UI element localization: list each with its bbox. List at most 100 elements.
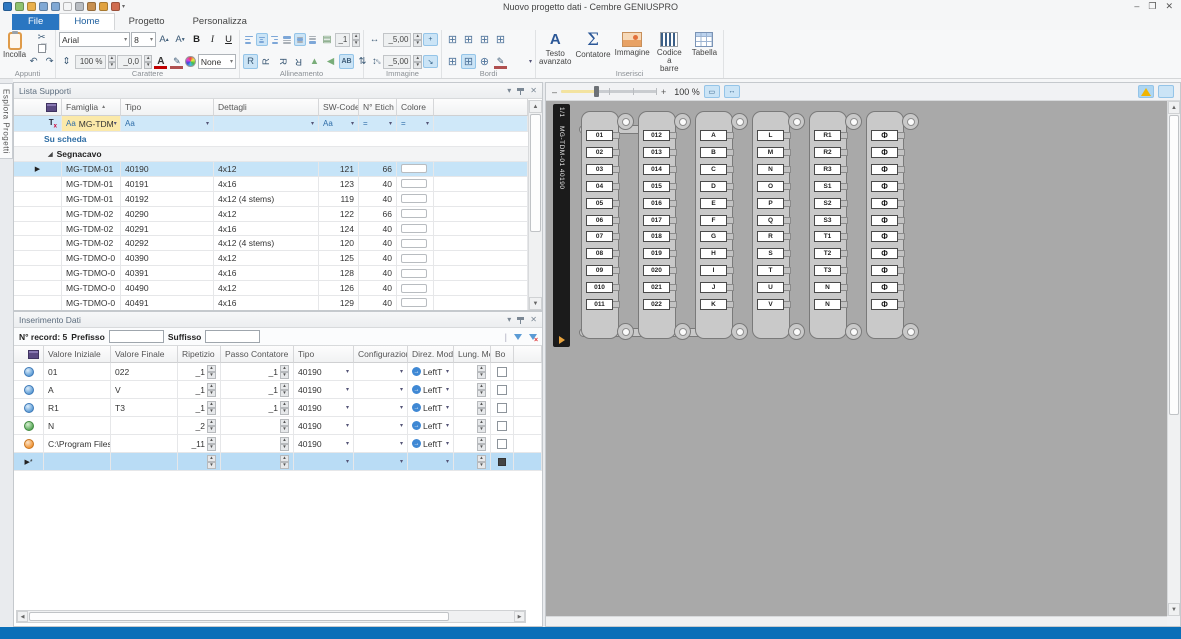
label-cell[interactable]: L bbox=[757, 130, 784, 141]
spinner-icon[interactable]: ▲▼ bbox=[477, 365, 486, 379]
pin-icon[interactable] bbox=[517, 87, 524, 95]
label-cell[interactable]: 021 bbox=[643, 282, 670, 293]
label-cell[interactable]: 022 bbox=[643, 299, 670, 310]
cell-valore-iniziale[interactable]: A bbox=[44, 381, 111, 399]
label-cell[interactable]: 018 bbox=[643, 231, 670, 242]
dropdown-icon[interactable]: ▾ bbox=[351, 120, 354, 127]
align-right-icon[interactable] bbox=[269, 33, 281, 46]
column-header-configurazior[interactable]: Configurazior bbox=[354, 346, 408, 363]
filter-indicator-cell[interactable]: Tx bbox=[14, 116, 62, 132]
zoom-slider-thumb[interactable] bbox=[594, 86, 599, 97]
column-header-passo-contatore[interactable]: Passo Contatore bbox=[221, 346, 294, 363]
label-cell[interactable]: 09 bbox=[586, 265, 613, 276]
undo-icon[interactable]: ↶ bbox=[26, 54, 41, 69]
label-cell[interactable]: Φ bbox=[871, 282, 898, 293]
support-row[interactable]: MG-TDMO-0403904x1212540 bbox=[14, 251, 528, 266]
label-cell[interactable]: 020 bbox=[643, 265, 670, 276]
cell-valore-finale[interactable]: V bbox=[111, 381, 178, 399]
panel-menu-icon[interactable]: ▾ bbox=[507, 315, 511, 324]
label-cell[interactable]: Φ bbox=[871, 181, 898, 192]
qat-customize-icon[interactable]: ▾ bbox=[122, 3, 125, 10]
group-row-segnacavo[interactable]: ◢Segnacavo bbox=[14, 147, 528, 162]
panel-menu-icon[interactable]: ▾ bbox=[507, 86, 511, 95]
border-outer-icon[interactable]: ⊞ bbox=[445, 32, 460, 47]
spinner-icon[interactable]: ▲▼ bbox=[280, 455, 289, 469]
border-color-dropdown-icon[interactable]: ▾ bbox=[529, 58, 532, 65]
label-cell[interactable]: A bbox=[700, 130, 727, 141]
kerning-field[interactable]: _0,0 bbox=[117, 55, 142, 69]
panel-close-icon[interactable]: ✕ bbox=[530, 315, 537, 324]
dropdown-icon[interactable]: ▾ bbox=[311, 120, 314, 127]
center-image-icon[interactable]: + bbox=[423, 33, 438, 46]
cell-colore[interactable] bbox=[397, 236, 434, 251]
column-header-tipo[interactable]: Tipo bbox=[294, 346, 354, 363]
cell-colore[interactable] bbox=[397, 192, 434, 207]
column-header-valore-iniziale[interactable]: Valore Iniziale bbox=[44, 346, 111, 363]
cell-configurazione[interactable]: ▾ bbox=[354, 399, 408, 417]
column-header-dettagli[interactable]: Dettagli bbox=[214, 99, 319, 116]
cell-bo[interactable] bbox=[491, 435, 514, 453]
scroll-up-icon[interactable]: ▲ bbox=[529, 100, 542, 113]
table-button[interactable]: Tabella bbox=[689, 32, 720, 57]
cell-valore-iniziale[interactable]: C:\Program Files\C bbox=[44, 435, 111, 453]
v-spacing-spinner[interactable]: ▲▼ bbox=[413, 55, 421, 69]
counter-sigma-button[interactable]: ΣContatore bbox=[575, 32, 610, 59]
spinner-icon[interactable]: ▲▼ bbox=[280, 419, 289, 433]
scroll-thumb[interactable] bbox=[530, 114, 541, 232]
filter-cell[interactable]: ▾ bbox=[214, 116, 319, 132]
suffisso-input[interactable] bbox=[205, 330, 260, 343]
cell-tipo[interactable]: 40190▾ bbox=[294, 381, 354, 399]
new-page-icon[interactable] bbox=[63, 2, 72, 11]
spinner-icon[interactable]: ▲▼ bbox=[477, 419, 486, 433]
spinner-icon[interactable]: ▲▼ bbox=[280, 437, 289, 451]
dropdown-icon[interactable]: ▾ bbox=[400, 368, 403, 375]
spinner-icon[interactable]: ▲▼ bbox=[207, 401, 216, 415]
preview-canvas[interactable]: 1/1 MG-TDM-01 40190 01020304050607080901… bbox=[546, 101, 1167, 616]
cell-valore-finale[interactable]: 022 bbox=[111, 363, 178, 381]
cell-configurazione[interactable]: ▾ bbox=[354, 381, 408, 399]
scroll-right-icon[interactable]: ▶ bbox=[514, 611, 525, 622]
label-cell[interactable]: V bbox=[757, 299, 784, 310]
support-row[interactable]: MG-TDM-01401914x1612340 bbox=[14, 177, 528, 192]
label-cell[interactable]: Φ bbox=[871, 231, 898, 242]
label-cell[interactable]: Φ bbox=[871, 164, 898, 175]
shrink-font-icon[interactable]: A▼ bbox=[173, 32, 188, 47]
cell-tipo[interactable]: 40190▾ bbox=[294, 417, 354, 435]
cell-colore[interactable] bbox=[397, 162, 434, 177]
label-cell[interactable]: 017 bbox=[643, 215, 670, 226]
label-cell[interactable]: 014 bbox=[643, 164, 670, 175]
column-header-n-etich[interactable]: N° Etich bbox=[359, 99, 397, 116]
dropdown-icon[interactable]: ▾ bbox=[400, 404, 403, 411]
label-cell[interactable]: Φ bbox=[871, 215, 898, 226]
support-row[interactable]: MG-TDMO-0404914x1612940 bbox=[14, 296, 528, 310]
spinner-icon[interactable]: ▲▼ bbox=[280, 383, 289, 397]
label-cell[interactable]: 015 bbox=[643, 181, 670, 192]
save-icon[interactable] bbox=[39, 2, 48, 11]
checkbox[interactable] bbox=[497, 439, 507, 449]
cell-ripetizione[interactable]: _2▲▼ bbox=[178, 417, 221, 435]
dropdown-icon[interactable]: ▾ bbox=[400, 458, 403, 465]
label-cell[interactable]: R2 bbox=[814, 147, 841, 158]
cell-lunghezza[interactable]: ▲▼ bbox=[454, 399, 491, 417]
support-row[interactable]: MG-TDM-02402924x12 (4 stems)12040 bbox=[14, 236, 528, 251]
lista-vertical-scrollbar[interactable]: ▲ ▼ bbox=[528, 100, 542, 310]
rows-spinner[interactable]: ▲▼ bbox=[352, 33, 360, 47]
label-cell[interactable]: J bbox=[700, 282, 727, 293]
label-cell[interactable]: I bbox=[700, 265, 727, 276]
column-header-famiglia[interactable]: Famiglia▲ bbox=[62, 99, 121, 116]
copy-icon[interactable] bbox=[26, 43, 57, 54]
border-top-icon[interactable]: ⊞ bbox=[493, 32, 508, 47]
label-cell[interactable]: U bbox=[757, 282, 784, 293]
dropdown-icon[interactable]: ▾ bbox=[346, 386, 349, 393]
dropdown-icon[interactable]: ▾ bbox=[206, 120, 209, 127]
tab-home[interactable]: Home bbox=[59, 13, 114, 30]
cell-valore-iniziale[interactable]: R1 bbox=[44, 399, 111, 417]
border-inner-icon[interactable]: ⊞ bbox=[477, 32, 492, 47]
data-entry-row[interactable]: N_2▲▼▲▼40190▾▾→LeftT▾▲▼ bbox=[14, 417, 542, 435]
dropdown-icon[interactable]: ▾ bbox=[446, 440, 449, 447]
spinner-icon[interactable]: ▲▼ bbox=[280, 365, 289, 379]
scroll-thumb[interactable] bbox=[29, 612, 449, 621]
cell-bo[interactable] bbox=[491, 363, 514, 381]
cell-ripetizione[interactable]: _11▲▼ bbox=[178, 435, 221, 453]
group-row-su-scheda[interactable]: Su scheda bbox=[14, 132, 528, 147]
